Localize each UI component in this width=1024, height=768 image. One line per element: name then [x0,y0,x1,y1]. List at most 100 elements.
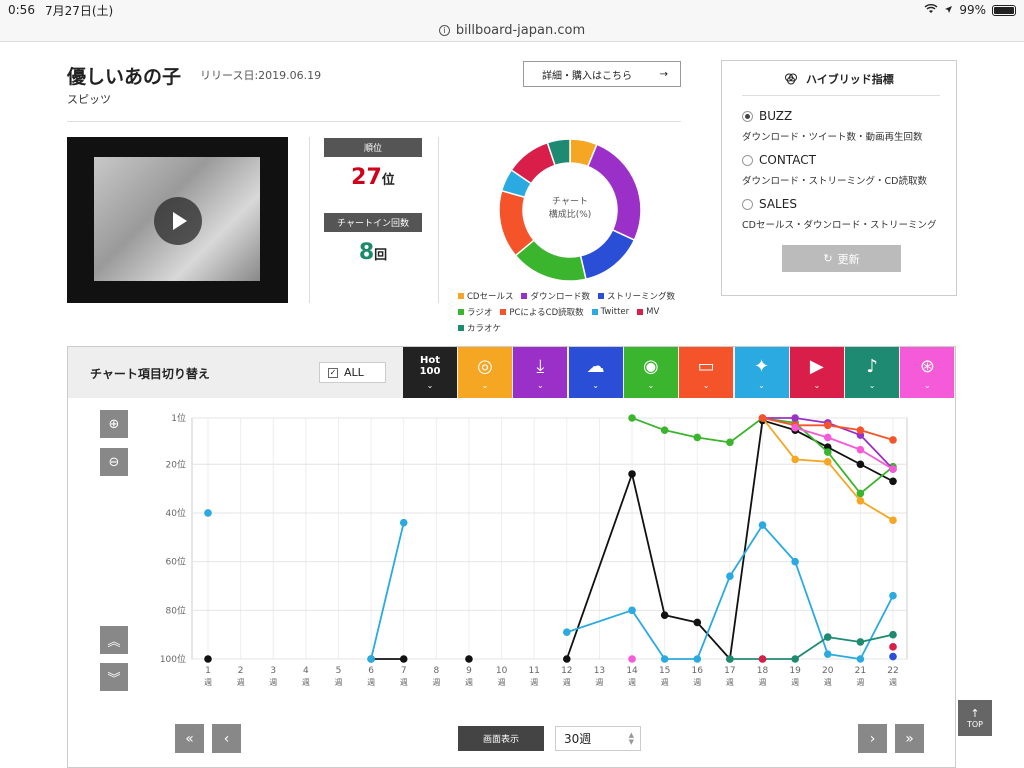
data-point[interactable] [823,458,832,466]
data-point[interactable] [628,470,636,478]
radio-contact[interactable] [742,154,753,166]
data-point[interactable] [889,465,897,473]
data-point[interactable] [399,655,408,663]
data-point[interactable] [889,516,897,525]
category-youtube[interactable]: ▶ ⌄ [789,347,844,398]
data-point[interactable] [889,652,897,661]
cd-sales-icon: ◎ [477,355,493,377]
data-point[interactable] [367,655,375,663]
data-point[interactable] [856,460,865,469]
data-point[interactable] [726,655,734,663]
data-point[interactable] [204,655,212,663]
play-icon[interactable] [154,197,202,245]
hybrid-option-contact[interactable]: CONTACT [742,153,816,167]
category-download[interactable]: ⤓ ⌄ [513,347,568,398]
data-point[interactable] [856,426,865,434]
data-point[interactable] [758,655,767,663]
data-point[interactable] [856,496,865,505]
category-cd-sales[interactable]: ◎ ⌄ [458,347,512,398]
data-point[interactable] [823,448,832,456]
data-point[interactable] [628,655,636,663]
category-hot100[interactable]: Hot 100 ⌄ [403,347,457,398]
rank-label: 順位 [324,138,422,157]
data-point[interactable] [693,433,702,442]
chevron-down-icon: ⌄ [758,380,765,390]
top-label: TOP [966,720,983,729]
data-point[interactable] [660,426,669,434]
double-chevron-down-icon: ︾ [107,671,121,687]
x-tick-label: 18 [757,666,769,676]
artist-name[interactable]: スピッツ [67,91,111,107]
checkbox-checked-icon[interactable]: ✓ [328,367,338,378]
data-point[interactable] [399,518,408,527]
data-point[interactable] [563,655,571,663]
data-point[interactable] [726,572,734,581]
data-point[interactable] [628,606,636,615]
category-karaoke[interactable]: ♪ ⌄ [845,347,900,398]
data-point[interactable] [465,655,473,663]
data-point[interactable] [660,655,669,663]
data-point[interactable] [856,489,865,498]
data-point[interactable] [856,655,865,663]
back-to-top-button[interactable]: ↑ TOP [958,700,992,736]
update-button[interactable]: ↻ 更新 [782,245,901,272]
radio-sales[interactable] [742,198,753,210]
zoom-out-button[interactable]: ⊖ [100,448,128,476]
data-point[interactable] [889,643,897,651]
all-checkbox[interactable]: ✓ ALL [319,362,386,383]
category-radio[interactable]: ◉ ⌄ [623,347,678,398]
data-point[interactable] [791,655,799,663]
last-page-button[interactable]: » [895,724,924,753]
legend-swatch [458,309,464,315]
data-point[interactable] [563,628,571,637]
radio-buzz[interactable] [742,110,753,122]
data-point[interactable] [204,509,212,517]
data-point[interactable] [823,633,832,641]
hot100-line2: 100 [419,366,441,377]
data-point[interactable] [791,423,799,432]
data-point[interactable] [758,521,767,529]
data-point[interactable] [758,414,767,422]
hybrid-option-sales[interactable]: SALES [742,197,797,211]
x-tick-unit: 週 [759,678,767,687]
data-point[interactable] [693,618,702,627]
category-streaming[interactable]: ☁ ⌄ [568,347,623,398]
scroll-up-button[interactable]: ︽ [100,626,128,654]
hybrid-option-buzz[interactable]: BUZZ [742,109,792,123]
data-point[interactable] [889,591,897,600]
legend-label: ラジオ [467,308,493,318]
data-point[interactable] [823,433,832,442]
weeks-select[interactable]: 30週 ▲ ▼ [555,726,641,751]
category-twitter[interactable]: ✦ ⌄ [734,347,789,398]
data-point[interactable] [823,650,832,658]
data-point[interactable] [791,455,799,464]
prev-page-button[interactable]: ‹ [212,724,241,753]
category-hybrid[interactable]: ⊛ ⌄ [900,347,955,398]
video-player[interactable] [67,137,288,303]
data-point[interactable] [791,557,799,566]
x-tick-label: 21 [855,666,866,676]
data-point[interactable] [791,414,799,422]
divider [438,137,439,303]
data-point[interactable] [889,477,897,486]
address-bar[interactable]: i billboard-japan.com [0,20,1024,42]
data-point[interactable] [660,611,669,619]
data-point[interactable] [823,421,832,430]
data-point[interactable] [889,630,897,639]
data-point[interactable] [628,414,636,422]
data-point[interactable] [726,438,734,447]
scroll-down-button[interactable]: ︾ [100,663,128,691]
detail-purchase-button[interactable]: 詳細・購入はこちら → [523,61,681,87]
data-point[interactable] [889,436,897,444]
zoom-in-button[interactable]: ⊕ [100,410,128,438]
category-pc-cd-read[interactable]: ▭ ⌄ [679,347,734,398]
x-tick-label: 15 [659,666,670,676]
next-page-button[interactable]: › [858,724,887,753]
data-point[interactable] [856,445,865,454]
karaoke-icon: ♪ [866,355,878,377]
data-point[interactable] [693,655,702,663]
radio-icon: ◉ [643,355,659,377]
info-icon[interactable]: i [438,25,450,36]
data-point[interactable] [856,638,865,646]
first-page-button[interactable]: « [175,724,204,753]
